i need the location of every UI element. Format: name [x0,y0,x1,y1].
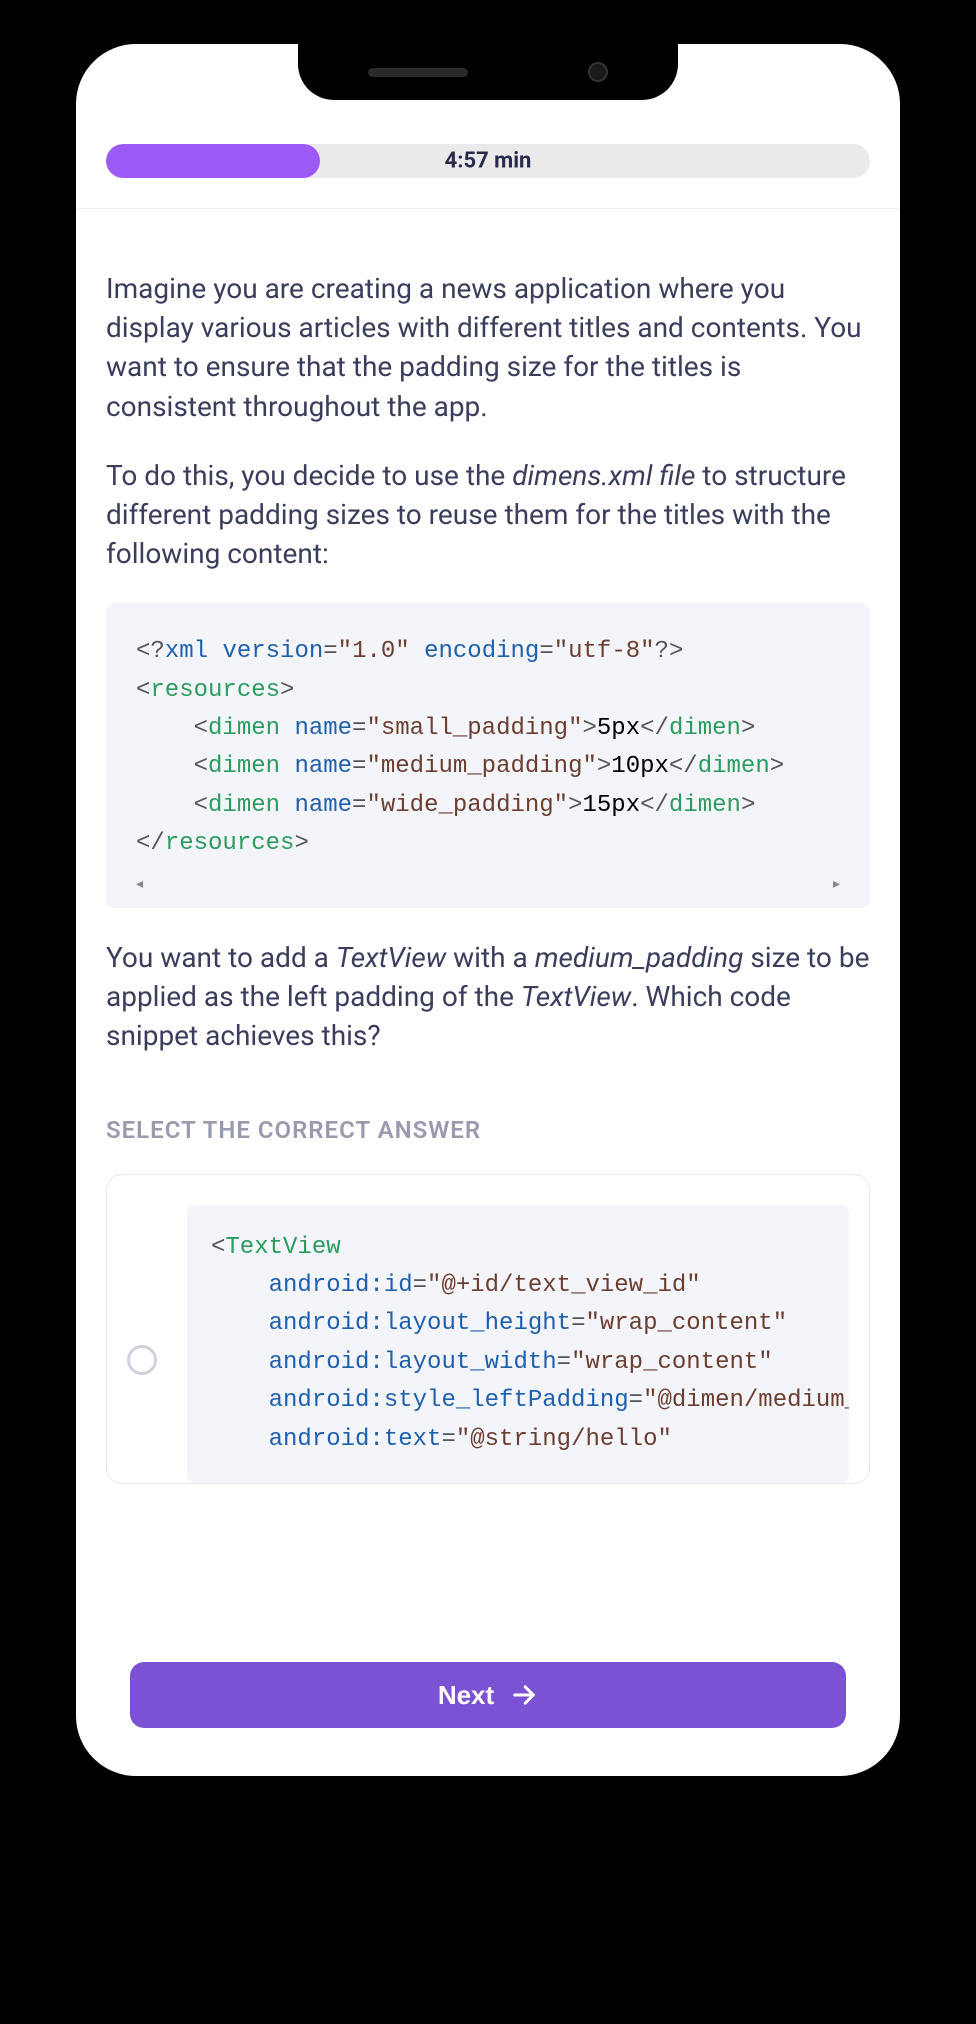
phone-frame: 4:57 min Imagine you are creating a news… [52,20,924,1800]
question-body: Imagine you are creating a news applicat… [76,209,900,1776]
content-area: 4:57 min Imagine you are creating a news… [76,44,900,1776]
progress-fill [106,144,320,178]
question-paragraph-3: You want to add a TextView with a medium… [106,938,870,1056]
answer-option-1[interactable]: <TextView android:id="@+id/text_view_id"… [106,1174,870,1484]
radio-button[interactable] [127,1345,157,1375]
answer-code-block: <TextView android:id="@+id/text_view_id"… [187,1205,849,1483]
notch [298,44,678,100]
question-paragraph-2: To do this, you decide to use the dimens… [106,456,870,574]
question-paragraph-1: Imagine you are creating a news applicat… [106,269,870,426]
next-button[interactable]: Next [130,1662,846,1728]
italic-text: TextView [336,941,446,974]
italic-text: medium_padding [535,941,744,974]
timer-label: 4:57 min [445,149,532,174]
italic-text: TextView [521,980,631,1013]
italic-text: dimens.xml file [512,459,695,492]
answers-section-label: SELECT THE CORRECT ANSWER [106,1116,870,1144]
next-button-label: Next [438,1680,494,1711]
header: 4:57 min [76,144,900,209]
front-camera [588,62,608,82]
progress-bar: 4:57 min [106,144,870,178]
text: with a [446,941,535,974]
screen: 4:57 min Imagine you are creating a news… [76,44,900,1776]
speaker-grille [368,68,468,77]
code-block-resources[interactable]: <?xml version="1.0" encoding="utf-8"?> <… [106,603,870,908]
arrow-right-icon [510,1681,538,1709]
scroll-indicator: ◂▸ [136,874,840,896]
text: To do this, you decide to use the [106,459,512,492]
text: You want to add a [106,941,336,974]
